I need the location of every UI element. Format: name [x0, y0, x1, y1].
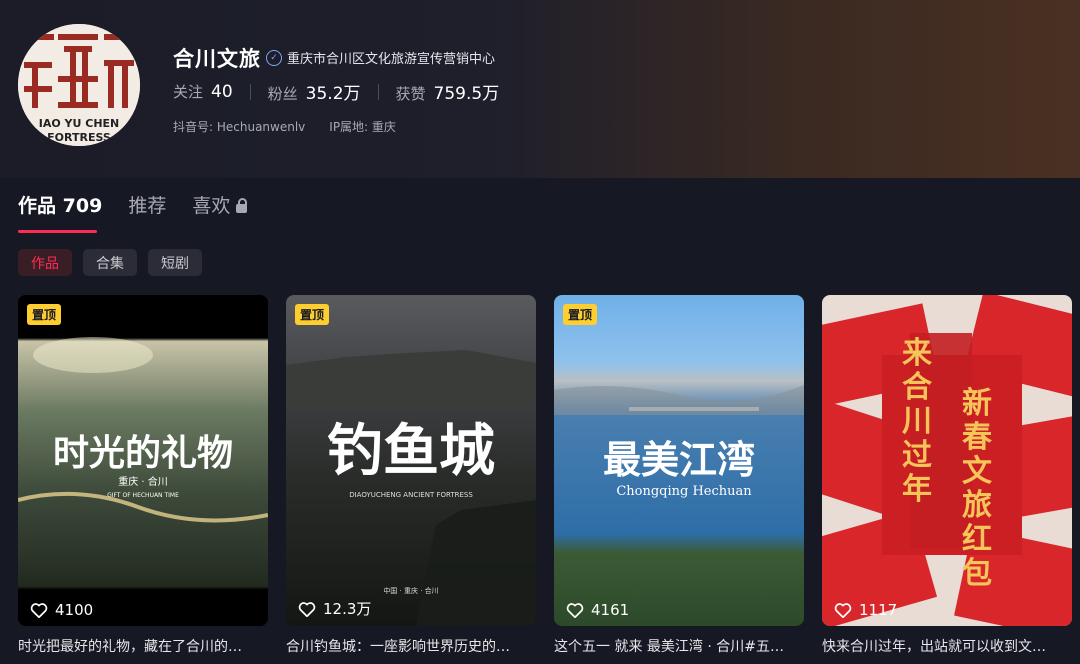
cover-subtitle: 重庆 · 合川 [118, 475, 168, 488]
video-caption[interactable]: 合川钓鱼城：一座影响世界历史的… [286, 636, 536, 656]
like-value: 4100 [55, 601, 94, 619]
tab-label: 推荐 [128, 195, 167, 217]
video-thumbnail[interactable]: 时光的礼物 重庆 · 合川 GIFT OF HECHUAN TIME 置顶 41… [18, 295, 268, 626]
like-value: 4161 [591, 601, 630, 619]
cover-title: 最美江湾 [603, 437, 755, 482]
filter-works[interactable]: 作品 [18, 249, 72, 276]
active-tab-indicator [18, 230, 97, 233]
heart-icon [30, 603, 48, 618]
cover-english: 中国 · 重庆 · 合川 [383, 586, 438, 595]
like-count: 4100 [30, 601, 93, 619]
like-value: 12.3万 [323, 600, 372, 618]
verification-text: 重庆市合川区文化旅游宣传营销中心 [287, 52, 496, 67]
cover-title: 时光的礼物 [53, 432, 233, 474]
cover-subtitle: 新春文旅红包 [962, 386, 992, 591]
video-thumbnail[interactable]: 最美江湾 Chongqing Hechuan 置顶 4161 [554, 295, 804, 626]
cover-english: GIFT OF HECHUAN TIME [107, 492, 179, 499]
video-card[interactable]: 最美江湾 Chongqing Hechuan 置顶 4161 这个五一 就来 最… [554, 295, 804, 656]
stat-label: 获赞 [395, 85, 426, 103]
ip-location: IP属地: 重庆 [329, 120, 396, 134]
video-card[interactable]: 钓鱼城 DIAOYUCHENG ANCIENT FORTRESS 中国 · 重庆… [286, 295, 536, 656]
heart-icon [834, 603, 852, 618]
tab-label: 喜欢 [192, 195, 231, 217]
verified-icon: ✓ [266, 49, 282, 66]
divider [377, 83, 379, 100]
stat-value: 759.5万 [433, 84, 500, 104]
filter-chips: 作品 合集 短剧 [18, 249, 202, 276]
pinned-badge: 置顶 [295, 304, 330, 325]
filter-short-drama[interactable]: 短剧 [148, 249, 202, 276]
content-tabs: 作品 709 推荐 喜欢 [18, 191, 248, 218]
stat-label: 粉丝 [267, 85, 298, 103]
svg-text:IAO YU CHEN: IAO YU CHEN [39, 117, 120, 130]
video-thumbnail[interactable]: 来合川过年 新春文旅红包 1117 [822, 295, 1072, 626]
heart-icon [298, 601, 316, 617]
stat-following[interactable]: 关注 40 [173, 81, 233, 102]
stat-value: 35.2万 [305, 84, 361, 104]
video-card[interactable]: 时光的礼物 重庆 · 合川 GIFT OF HECHUAN TIME 置顶 41… [18, 295, 268, 656]
lock-icon [236, 198, 248, 213]
like-count: 12.3万 [298, 598, 371, 619]
video-caption[interactable]: 时光把最好的礼物，藏在了合川的… [18, 636, 268, 656]
stat-likes: 获赞 759.5万 [396, 79, 500, 104]
divider [249, 83, 251, 100]
cover-subtitle: DIAOYUCHENG ANCIENT FORTRESS [349, 491, 473, 499]
filter-collections[interactable]: 合集 [83, 249, 137, 276]
pinned-badge: 置顶 [563, 304, 598, 325]
profile-meta: 抖音号: Hechuanwenlv IP属地: 重庆 [173, 118, 396, 135]
verification-badge: ✓ 重庆市合川区文化旅游宣传营销中心 [266, 48, 495, 67]
video-caption[interactable]: 快来合川过年，出站就可以收到文… [822, 636, 1072, 656]
video-caption[interactable]: 这个五一 就来 最美江湾 · 合川#五… [554, 636, 804, 656]
douyin-id: 抖音号: Hechuanwenlv [173, 120, 306, 134]
tab-likes[interactable]: 喜欢 [192, 191, 248, 218]
stat-followers[interactable]: 粉丝 35.2万 [268, 79, 361, 104]
tab-recommend[interactable]: 推荐 [128, 191, 166, 218]
like-count: 4161 [566, 601, 629, 619]
heart-icon [566, 603, 584, 618]
avatar[interactable]: IAO YU CHEN FORTRESS [18, 24, 140, 146]
cover-subtitle: Chongqing Hechuan [616, 484, 752, 499]
cover-title: 来合川过年 [902, 336, 932, 507]
cover-title: 钓鱼城 [327, 418, 495, 484]
profile-stats: 关注 40 粉丝 35.2万 获赞 759.5万 [173, 79, 499, 104]
like-count: 1117 [834, 601, 897, 619]
tab-label: 作品 [18, 195, 57, 217]
video-card[interactable]: 来合川过年 新春文旅红包 1117 快来合川过年，出站就可以收到文… [822, 295, 1072, 656]
profile-header [0, 0, 1080, 178]
video-grid: 时光的礼物 重庆 · 合川 GIFT OF HECHUAN TIME 置顶 41… [18, 295, 1072, 656]
pinned-badge: 置顶 [27, 304, 62, 325]
like-value: 1117 [859, 601, 898, 619]
tab-works[interactable]: 作品 709 [18, 191, 102, 218]
tab-count: 709 [62, 195, 103, 217]
stat-label: 关注 [173, 83, 204, 101]
profile-name: 合川文旅 [173, 47, 261, 71]
stat-value: 40 [211, 82, 233, 102]
video-thumbnail[interactable]: 钓鱼城 DIAOYUCHENG ANCIENT FORTRESS 中国 · 重庆… [286, 295, 536, 626]
